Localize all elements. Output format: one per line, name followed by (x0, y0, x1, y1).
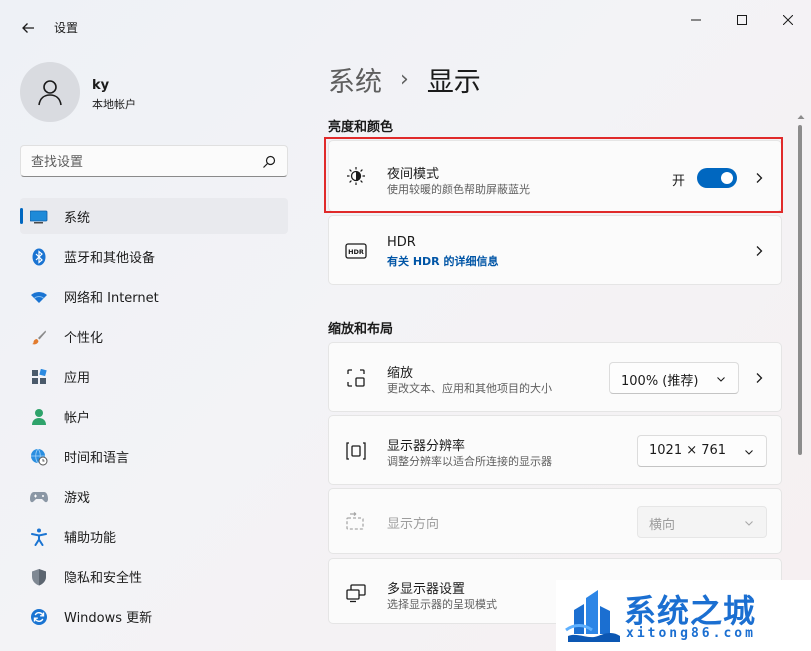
watermark-url: xitong86.com (626, 626, 756, 641)
watermark-logo-icon (565, 590, 620, 642)
scale-title: 缩放 (387, 366, 414, 381)
user-name: ky (92, 78, 110, 93)
sidebar-item-label: 个性化 (64, 330, 104, 346)
maximize-icon (737, 15, 747, 25)
resolution-subtitle: 调整分辨率以适合所连接的显示器 (387, 455, 552, 468)
minimize-button[interactable] (673, 0, 719, 40)
shield-icon (30, 568, 48, 586)
chevron-down-icon (745, 450, 753, 455)
chevron-down-icon (717, 377, 725, 382)
sidebar-item-label: 辅助功能 (64, 530, 117, 546)
person-icon (38, 80, 62, 106)
hdr-card[interactable]: HDR HDR 有关 HDR 的详细信息 (328, 215, 782, 285)
sidebar-item-label: 隐私和安全性 (64, 570, 143, 586)
sidebar-item-label: Windows 更新 (64, 610, 153, 626)
orientation-title: 显示方向 (387, 517, 440, 532)
hdr-title: HDR (387, 235, 416, 250)
orientation-icon (345, 511, 367, 533)
sidebar-item-label: 时间和语言 (64, 450, 130, 466)
person-icon (30, 408, 48, 426)
svg-text:HDR: HDR (348, 248, 364, 256)
scroll-up-icon[interactable] (797, 113, 805, 121)
sidebar-item-gaming[interactable]: 游戏 (20, 478, 288, 514)
scale-icon (345, 367, 367, 389)
globe-clock-icon (30, 448, 48, 466)
sidebar-item-personalization[interactable]: 个性化 (20, 318, 288, 354)
chevron-right-icon (756, 246, 763, 256)
search-icon[interactable] (261, 154, 277, 170)
breadcrumb-parent[interactable]: 系统 (328, 60, 382, 99)
wifi-icon (30, 288, 48, 306)
user-card[interactable]: ky 本地帐户 (20, 62, 300, 122)
page-title: 显示 (426, 67, 481, 98)
breadcrumb: 系统 › 显示 (328, 60, 481, 99)
hdr-icon: HDR (345, 240, 367, 262)
search-input[interactable] (31, 152, 251, 172)
sidebar-item-system[interactable]: 系统 (20, 198, 288, 234)
close-button[interactable] (765, 0, 811, 40)
paintbrush-icon (30, 328, 48, 346)
accessibility-icon (30, 528, 48, 546)
title-bar: 设置 (0, 0, 811, 48)
monitor-icon (30, 208, 48, 226)
sidebar-item-time-language[interactable]: 时间和语言 (20, 438, 288, 474)
scale-card[interactable]: 缩放 更改文本、应用和其他项目的大小 100% (推荐) (328, 342, 782, 412)
window-controls (673, 0, 811, 40)
sidebar-item-label: 网络和 Internet (64, 290, 159, 306)
avatar (20, 62, 80, 122)
sidebar-item-privacy[interactable]: 隐私和安全性 (20, 558, 288, 594)
sidebar-item-bluetooth[interactable]: 蓝牙和其他设备 (20, 238, 288, 274)
account-type: 本地帐户 (92, 98, 136, 111)
update-icon (30, 608, 48, 626)
resolution-card: 显示器分辨率 调整分辨率以适合所连接的显示器 1021 × 761 (328, 415, 782, 485)
resolution-icon (345, 440, 367, 462)
orientation-value: 横向 (649, 518, 676, 533)
apps-icon (30, 368, 48, 386)
section-title-scale-layout: 缩放和布局 (328, 322, 394, 337)
orientation-dropdown: 横向 (637, 506, 767, 538)
search-box (20, 145, 288, 177)
sidebar-item-apps[interactable]: 应用 (20, 358, 288, 394)
app-title: 设置 (54, 21, 79, 35)
watermark: 系统之城 xitong86.com (556, 580, 811, 651)
gamepad-icon (30, 488, 48, 506)
sidebar-item-accounts[interactable]: 帐户 (20, 398, 288, 434)
scrollbar-thumb[interactable] (798, 125, 802, 455)
back-arrow-icon (22, 23, 34, 33)
resolution-title: 显示器分辨率 (387, 439, 466, 454)
bluetooth-icon (30, 248, 48, 266)
scale-subtitle: 更改文本、应用和其他项目的大小 (387, 382, 552, 395)
orientation-card: 显示方向 横向 (328, 488, 782, 554)
sidebar-item-label: 应用 (64, 370, 91, 386)
sidebar-item-label: 蓝牙和其他设备 (64, 250, 156, 266)
resolution-value: 1021 × 761 (649, 443, 727, 458)
chevron-right-icon (756, 373, 763, 383)
close-icon (783, 15, 793, 25)
sidebar-item-accessibility[interactable]: 辅助功能 (20, 518, 288, 554)
resolution-dropdown[interactable]: 1021 × 761 (637, 435, 767, 467)
scale-value: 100% (推荐) (621, 374, 699, 389)
breadcrumb-separator: › (400, 67, 409, 92)
sidebar-item-network[interactable]: 网络和 Internet (20, 278, 288, 314)
back-button[interactable] (14, 14, 42, 42)
sidebar-item-label: 游戏 (64, 490, 91, 506)
chevron-down-icon (745, 521, 753, 526)
minimize-icon (691, 19, 701, 21)
sidebar-nav: 系统 蓝牙和其他设备 网络和 Internet 个性化 应用 帐户 时间和语言 … (20, 198, 288, 638)
multiple-displays-icon (345, 582, 367, 604)
multi-display-subtitle: 选择显示器的呈现模式 (387, 598, 497, 611)
sidebar-item-label: 系统 (64, 210, 91, 226)
maximize-button[interactable] (719, 0, 765, 40)
section-title-brightness: 亮度和颜色 (328, 120, 394, 135)
multi-display-title: 多显示器设置 (387, 582, 466, 597)
hdr-info-link[interactable]: 有关 HDR 的详细信息 (387, 253, 498, 269)
sidebar-item-windows-update[interactable]: Windows 更新 (20, 598, 288, 634)
highlight-box (324, 137, 783, 213)
sidebar-item-label: 帐户 (64, 410, 91, 426)
scale-dropdown[interactable]: 100% (推荐) (609, 362, 739, 394)
